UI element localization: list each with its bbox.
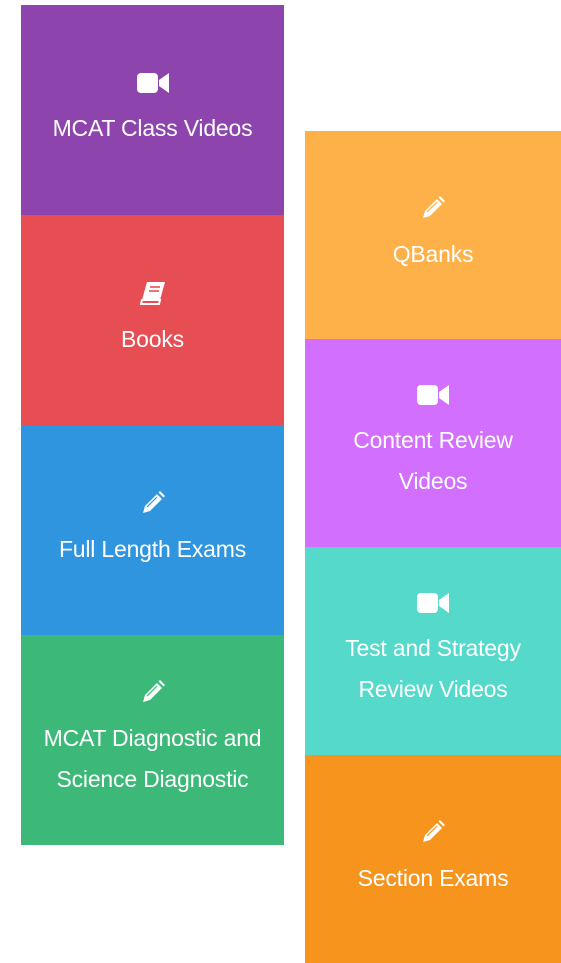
tile-label: MCAT Class Videos: [52, 114, 253, 141]
mcat-diagnostic-tile[interactable]: MCAT Diagnostic and Science Diagnostic: [21, 635, 284, 845]
tile-label: Content Review Videos: [353, 427, 513, 494]
content-review-videos-tile[interactable]: Content Review Videos: [305, 339, 561, 547]
pencil-icon: [142, 680, 165, 702]
tile-label: Full Length Exams: [58, 535, 247, 562]
video-camera-icon: [417, 593, 449, 613]
pencil-icon: [423, 195, 445, 218]
tile-label: MCAT Diagnostic and Science Diagnostic: [43, 725, 262, 792]
video-camera-icon: [136, 72, 169, 93]
pencil-icon: [142, 490, 165, 513]
tile-label: QBanks: [392, 240, 474, 267]
pencil-icon: [423, 819, 445, 842]
left-tile-column: MCAT Class Videos Books Full Length Exam…: [21, 5, 284, 845]
tile-label: Section Exams: [357, 864, 509, 891]
tile-label: Books: [121, 325, 184, 352]
right-tile-column: QBanks Content Review Videos Test and St…: [305, 131, 561, 963]
book-icon: [139, 281, 165, 305]
tile-label: Test and Strategy Review Videos: [345, 635, 521, 702]
video-camera-icon: [417, 385, 449, 405]
test-strategy-review-videos-tile[interactable]: Test and Strategy Review Videos: [305, 547, 561, 755]
full-length-exams-tile[interactable]: Full Length Exams: [21, 425, 284, 635]
books-tile[interactable]: Books: [21, 215, 284, 425]
section-exams-tile[interactable]: Section Exams: [305, 755, 561, 963]
mcat-class-videos-tile[interactable]: MCAT Class Videos: [21, 5, 284, 215]
qbanks-tile[interactable]: QBanks: [305, 131, 561, 339]
